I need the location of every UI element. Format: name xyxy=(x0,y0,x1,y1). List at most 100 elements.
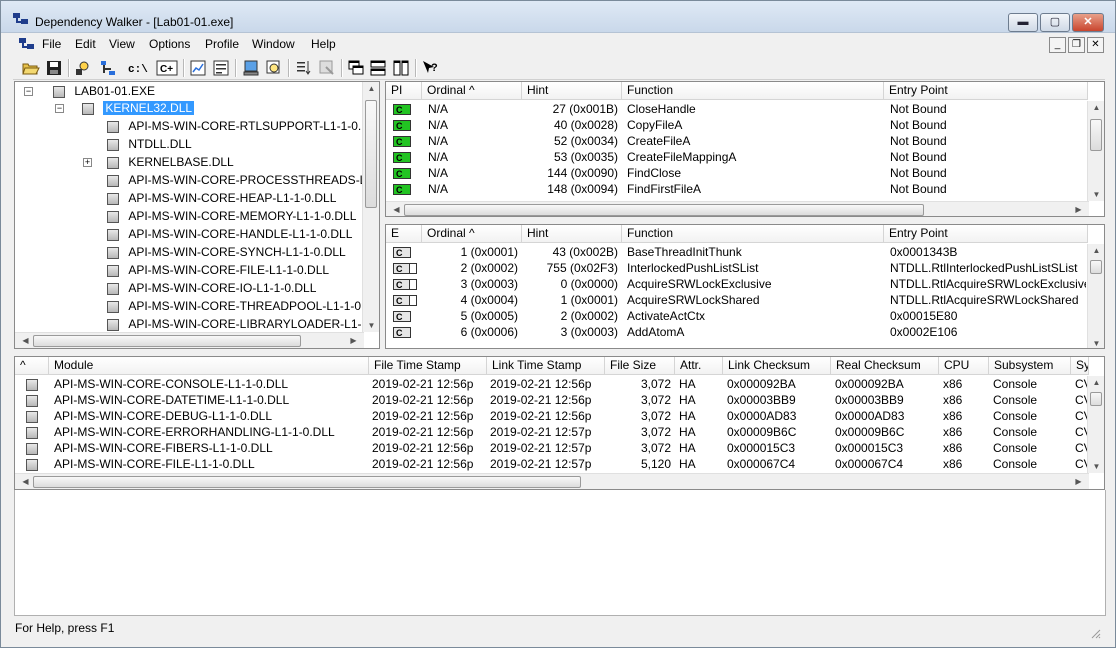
tree-expander-root[interactable]: − xyxy=(24,87,33,96)
imports-hscroll-thumb[interactable] xyxy=(404,204,924,216)
import-row[interactable]: N/A 144 (0x0090) FindClose Not Bound xyxy=(386,165,1089,181)
imports-col-ordinal[interactable]: Ordinal ^ xyxy=(422,82,522,100)
exports-col-hint[interactable]: Hint xyxy=(522,225,622,243)
maximize-button[interactable]: ▢ xyxy=(1040,13,1070,32)
context-help-icon[interactable]: ? xyxy=(420,58,440,78)
tree-node-child[interactable]: API-MS-WIN-CORE-HANDLE-L1-1-0.DLL xyxy=(107,226,352,242)
resize-grip-icon[interactable] xyxy=(1089,627,1101,639)
mdi-minimize-button[interactable]: _ xyxy=(1049,37,1066,53)
menu-profile[interactable]: Profile xyxy=(205,37,239,51)
undecorate-cpp-icon[interactable]: C+ xyxy=(155,58,179,78)
imports-vertical-scrollbar[interactable]: ▲ ▼ xyxy=(1087,101,1104,201)
save-icon[interactable] xyxy=(44,58,64,78)
tree-expander-kernel32[interactable]: − xyxy=(55,104,64,113)
export-row[interactable]: 2 (0x0002) 755 (0x02F3) InterlockedPushLis… xyxy=(386,260,1089,276)
menu-window[interactable]: Window xyxy=(252,37,295,51)
exports-scroll-thumb[interactable] xyxy=(1090,260,1102,274)
export-row[interactable]: 5 (0x0005) 2 (0x0002) ActivateActCtx 0x0001… xyxy=(386,308,1089,324)
exports-pane[interactable]: E Ordinal ^ Hint Function Entry Point 1 … xyxy=(385,224,1105,349)
close-button[interactable]: ✕ xyxy=(1072,13,1104,32)
profile-chart-icon[interactable] xyxy=(188,58,208,78)
modules-scroll-thumb[interactable] xyxy=(1090,392,1102,406)
sort-icon[interactable] xyxy=(294,58,314,78)
modules-pane[interactable]: ^ Module File Time Stamp Link Time Stamp… xyxy=(14,356,1105,490)
modules-col-link-ts[interactable]: Link Time Stamp xyxy=(487,357,605,375)
modules-col-module[interactable]: Module xyxy=(49,357,369,375)
tree-node-child[interactable]: API-MS-WIN-CORE-THREADPOOL-L1-1-0.DLL xyxy=(107,298,379,314)
tree-horizontal-scrollbar[interactable]: ◀ ▶ xyxy=(15,332,364,348)
modules-col-attr[interactable]: Attr. xyxy=(675,357,723,375)
exports-col-function[interactable]: Function xyxy=(622,225,884,243)
export-row[interactable]: 1 (0x0001) 43 (0x002B) BaseThreadInitThunk… xyxy=(386,244,1089,260)
minimize-button[interactable]: ▬ xyxy=(1008,13,1038,32)
import-row[interactable]: N/A 27 (0x001B) CloseHandle Not Bound xyxy=(386,101,1089,117)
tree-node-child[interactable]: NTDLL.DLL xyxy=(107,136,192,152)
menu-edit[interactable]: Edit xyxy=(75,37,96,51)
tree-node-child[interactable]: API-MS-WIN-CORE-HEAP-L1-1-0.DLL xyxy=(107,190,336,206)
mdi-restore-button[interactable]: ❐ xyxy=(1068,37,1085,53)
mdi-close-button[interactable]: ✕ xyxy=(1087,37,1104,53)
tree-hscroll-thumb[interactable] xyxy=(33,335,301,347)
cascade-icon[interactable] xyxy=(346,58,366,78)
export-row[interactable]: 4 (0x0004) 1 (0x0001) AcquireSRWLockShared… xyxy=(386,292,1089,308)
search-module-icon[interactable] xyxy=(264,58,284,78)
modules-col-link-ck[interactable]: Link Checksum xyxy=(723,357,831,375)
tree-node-child[interactable]: API-MS-WIN-CORE-RTLSUPPORT-L1-1-0.DLL xyxy=(107,118,379,134)
imports-col-function[interactable]: Function xyxy=(622,82,884,100)
log-pane[interactable] xyxy=(14,490,1106,616)
imports-scroll-thumb[interactable] xyxy=(1090,119,1102,151)
module-row[interactable]: API-MS-WIN-CORE-DATETIME-L1-1-0.DLL 2019-… xyxy=(15,392,1089,408)
tree-node-child[interactable]: API-MS-WIN-CORE-PROCESSTHREADS-L1-1-0.DL… xyxy=(107,172,379,188)
export-row[interactable]: 6 (0x0006) 3 (0x0003) AddAtomA 0x0002E106 xyxy=(386,324,1089,340)
import-row[interactable]: N/A 52 (0x0034) CreateFileA Not Bound xyxy=(386,133,1089,149)
tree-node-child[interactable]: API-MS-WIN-CORE-MEMORY-L1-1-0.DLL xyxy=(107,208,356,224)
modules-col-file-ts[interactable]: File Time Stamp xyxy=(369,357,487,375)
tree-vertical-scrollbar[interactable]: ▲ ▼ xyxy=(362,82,379,332)
import-row[interactable]: N/A 53 (0x0035) CreateFileMappingA Not Boun… xyxy=(386,149,1089,165)
open-icon[interactable] xyxy=(21,58,41,78)
exports-col-ordinal[interactable]: Ordinal ^ xyxy=(422,225,522,243)
modules-col-subsystem[interactable]: Subsystem xyxy=(989,357,1071,375)
view-module-icon[interactable] xyxy=(241,58,261,78)
tree-node-root[interactable]: LAB01-01.EXE xyxy=(53,83,155,99)
tile-vertical-icon[interactable] xyxy=(391,58,411,78)
tree-node-child[interactable]: API-MS-WIN-CORE-LIBRARYLOADER-L1-1-0.DLL xyxy=(107,316,379,332)
menu-view[interactable]: View xyxy=(109,37,135,51)
tile-horizontal-icon[interactable] xyxy=(368,58,388,78)
import-row[interactable]: N/A 40 (0x0028) CopyFileA Not Bound xyxy=(386,117,1089,133)
module-tree-pane[interactable]: − LAB01-01.EXE − KERNEL32.DLL API-MS-WIN… xyxy=(14,81,380,349)
import-row[interactable]: N/A 148 (0x0094) FindFirstFileA Not Bound xyxy=(386,181,1089,197)
tree-node-child[interactable]: API-MS-WIN-CORE-SYNCH-L1-1-0.DLL xyxy=(107,244,346,260)
imports-pane[interactable]: PI Ordinal ^ Hint Function Entry Point N… xyxy=(385,81,1105,217)
module-row[interactable]: API-MS-WIN-CORE-CONSOLE-L1-1-0.DLL 2019-0… xyxy=(15,376,1089,392)
modules-col-real-ck[interactable]: Real Checksum xyxy=(831,357,939,375)
modules-col-cpu[interactable]: CPU xyxy=(939,357,989,375)
full-paths-icon[interactable]: c:\ xyxy=(125,58,149,78)
copy-path-icon[interactable] xyxy=(98,58,118,78)
imports-col-pi[interactable]: PI xyxy=(386,82,422,100)
imports-col-hint[interactable]: Hint xyxy=(522,82,622,100)
menu-options[interactable]: Options xyxy=(149,37,190,51)
find-icon[interactable] xyxy=(73,58,93,78)
tree-node-child[interactable]: API-MS-WIN-CORE-FILE-L1-1-0.DLL xyxy=(107,262,329,278)
tree-node-child[interactable]: KERNELBASE.DLL xyxy=(107,154,234,170)
mdi-child-icon[interactable] xyxy=(19,38,35,50)
imports-col-entry[interactable]: Entry Point xyxy=(884,82,1088,100)
tree-expander-kernelbase[interactable]: + xyxy=(83,158,92,167)
title-bar[interactable]: Dependency Walker - [Lab01-01.exe] ▬ ▢ ✕ xyxy=(1,1,1115,33)
menu-file[interactable]: File xyxy=(42,37,61,51)
modules-vertical-scrollbar[interactable]: ▲ ▼ xyxy=(1087,376,1104,473)
properties-icon[interactable] xyxy=(211,58,231,78)
module-row[interactable]: API-MS-WIN-CORE-FILE-L1-1-0.DLL 2019-02-2… xyxy=(15,456,1089,472)
tree-node-child[interactable]: API-MS-WIN-CORE-IO-L1-1-0.DLL xyxy=(107,280,316,296)
modules-horizontal-scrollbar[interactable]: ◀ ▶ xyxy=(15,473,1089,489)
exports-col-entry[interactable]: Entry Point xyxy=(884,225,1088,243)
export-row[interactable]: 3 (0x0003) 0 (0x0000) AcquireSRWLockExclus… xyxy=(386,276,1089,292)
module-row[interactable]: API-MS-WIN-CORE-ERRORHANDLING-L1-1-0.DLL… xyxy=(15,424,1089,440)
exports-vertical-scrollbar[interactable]: ▲ ▼ xyxy=(1087,244,1104,348)
menu-help[interactable]: Help xyxy=(311,37,336,51)
modules-col-sort[interactable]: ^ xyxy=(15,357,49,375)
tree-scroll-thumb[interactable] xyxy=(365,100,377,208)
imports-horizontal-scrollbar[interactable]: ◀ ▶ xyxy=(386,201,1089,216)
modules-hscroll-thumb[interactable] xyxy=(33,476,581,488)
